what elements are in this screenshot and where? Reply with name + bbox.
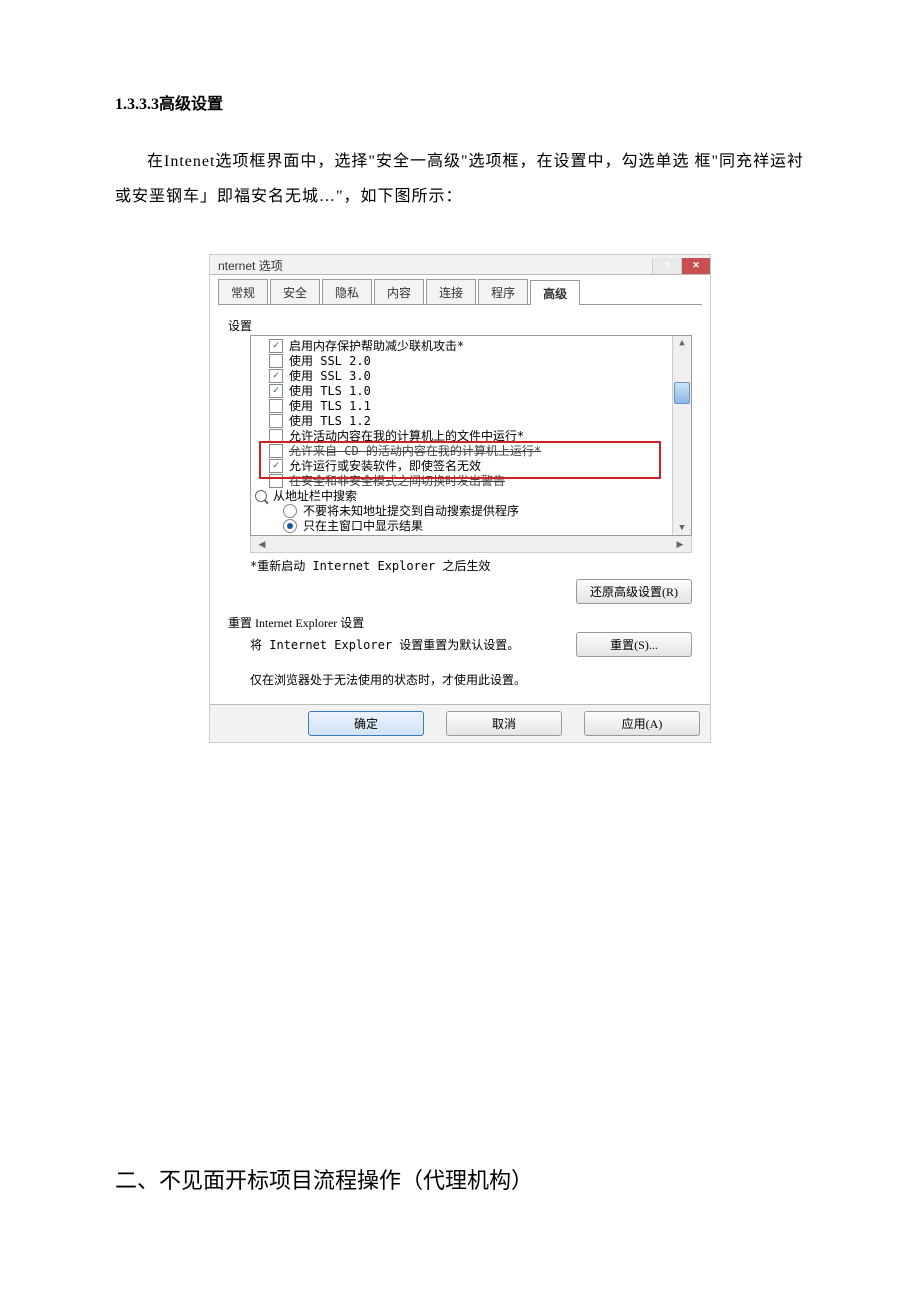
scroll-left-icon[interactable]: ◀ <box>255 537 269 551</box>
setting-item: 只在主窗口中显示结果 <box>303 519 423 533</box>
tab-advanced[interactable]: 高级 <box>530 280 580 305</box>
tab-programs[interactable]: 程序 <box>478 279 528 304</box>
setting-item: 使用 SSL 3.0 <box>289 369 371 383</box>
setting-item: 不要将未知地址提交到自动搜索提供程序 <box>303 504 519 518</box>
checkbox[interactable] <box>269 384 283 398</box>
checkbox[interactable] <box>269 369 283 383</box>
checkbox[interactable] <box>269 399 283 413</box>
cancel-button[interactable]: 取消 <box>446 711 562 736</box>
help-button[interactable]: ? <box>652 258 681 274</box>
scroll-right-icon[interactable]: ▶ <box>673 537 687 551</box>
checkbox[interactable] <box>269 459 283 473</box>
vertical-scrollbar[interactable]: ▲ ▼ <box>672 336 691 535</box>
setting-item: 在安全和非安全模式之间切换时发出警告 <box>289 474 505 488</box>
setting-item: 使用 SSL 2.0 <box>289 354 371 368</box>
setting-item: 使用 TLS 1.0 <box>289 384 371 398</box>
tab-content[interactable]: 内容 <box>374 279 424 304</box>
tab-strip: 常规 安全 隐私 内容 连接 程序 高级 <box>218 279 702 305</box>
reset-section-label: 重置 Internet Explorer 设置 <box>228 614 692 631</box>
scroll-thumb[interactable] <box>674 382 690 404</box>
restart-note: *重新启动 Internet Explorer 之后生效 <box>250 557 692 574</box>
tab-general[interactable]: 常规 <box>218 279 268 304</box>
paragraph: 在Intenet选项框界面中，选择"安全一高级"选项框，在设置中，勾选单选 框"… <box>115 144 805 214</box>
section-number: 1.3.3.3 <box>115 96 159 113</box>
tab-privacy[interactable]: 隐私 <box>322 279 372 304</box>
setting-item: 使用 TLS 1.2 <box>289 414 371 428</box>
ok-button[interactable]: 确定 <box>308 711 424 736</box>
reset-note: 仅在浏览器处于无法使用的状态时，才使用此设置。 <box>250 671 692 688</box>
settings-group: 从地址栏中搜索 <box>273 489 357 503</box>
scroll-up-icon[interactable]: ▲ <box>675 336 689 350</box>
horizontal-scrollbar[interactable]: ◀ ▶ <box>250 536 692 553</box>
checkbox[interactable] <box>269 339 283 353</box>
dialog-titlebar: nternet 选项 ? ✕ <box>210 255 710 275</box>
checkbox[interactable] <box>269 429 283 443</box>
settings-list[interactable]: 启用内存保护帮助减少联机攻击* 使用 SSL 2.0 使用 SSL 3.0 使用… <box>250 335 692 536</box>
settings-group-label: 设置 <box>228 317 692 334</box>
reset-desc: 将 Internet Explorer 设置重置为默认设置。 <box>250 636 519 653</box>
close-button[interactable]: ✕ <box>681 258 710 274</box>
checkbox[interactable] <box>269 414 283 428</box>
checkbox[interactable] <box>269 354 283 368</box>
setting-item: 允许运行或安装软件，即使签名无效 <box>289 459 481 473</box>
setting-item: 允许来自 CD 的活动内容在我的计算机上运行* <box>289 444 541 458</box>
restore-advanced-button[interactable]: 还原高级设置(R) <box>576 579 692 604</box>
setting-item: 允许活动内容在我的计算机上的文件中运行* <box>289 429 524 443</box>
chapter-heading: 二、不见面开标项目流程操作（代理机构） <box>115 1163 805 1195</box>
radio[interactable] <box>283 519 297 533</box>
dialog-footer: 确定 取消 应用(A) <box>210 704 710 742</box>
setting-item: 使用 TLS 1.1 <box>289 399 371 413</box>
radio[interactable] <box>283 504 297 518</box>
setting-item: 启用内存保护帮助减少联机攻击* <box>289 339 464 353</box>
apply-button[interactable]: 应用(A) <box>584 711 700 736</box>
reset-button[interactable]: 重置(S)... <box>576 632 692 657</box>
tab-security[interactable]: 安全 <box>270 279 320 304</box>
checkbox[interactable] <box>269 444 283 458</box>
dialog-title-text: nternet 选项 <box>218 257 283 274</box>
scroll-down-icon[interactable]: ▼ <box>675 521 689 535</box>
section-title: 高级设置 <box>159 96 223 113</box>
internet-options-dialog: nternet 选项 ? ✕ 常规 安全 隐私 内容 连接 程序 高级 设置 <box>209 254 711 743</box>
checkbox[interactable] <box>269 474 283 488</box>
section-heading: 1.3.3.3高级设置 <box>115 90 805 114</box>
search-icon <box>255 490 267 502</box>
tab-connections[interactable]: 连接 <box>426 279 476 304</box>
